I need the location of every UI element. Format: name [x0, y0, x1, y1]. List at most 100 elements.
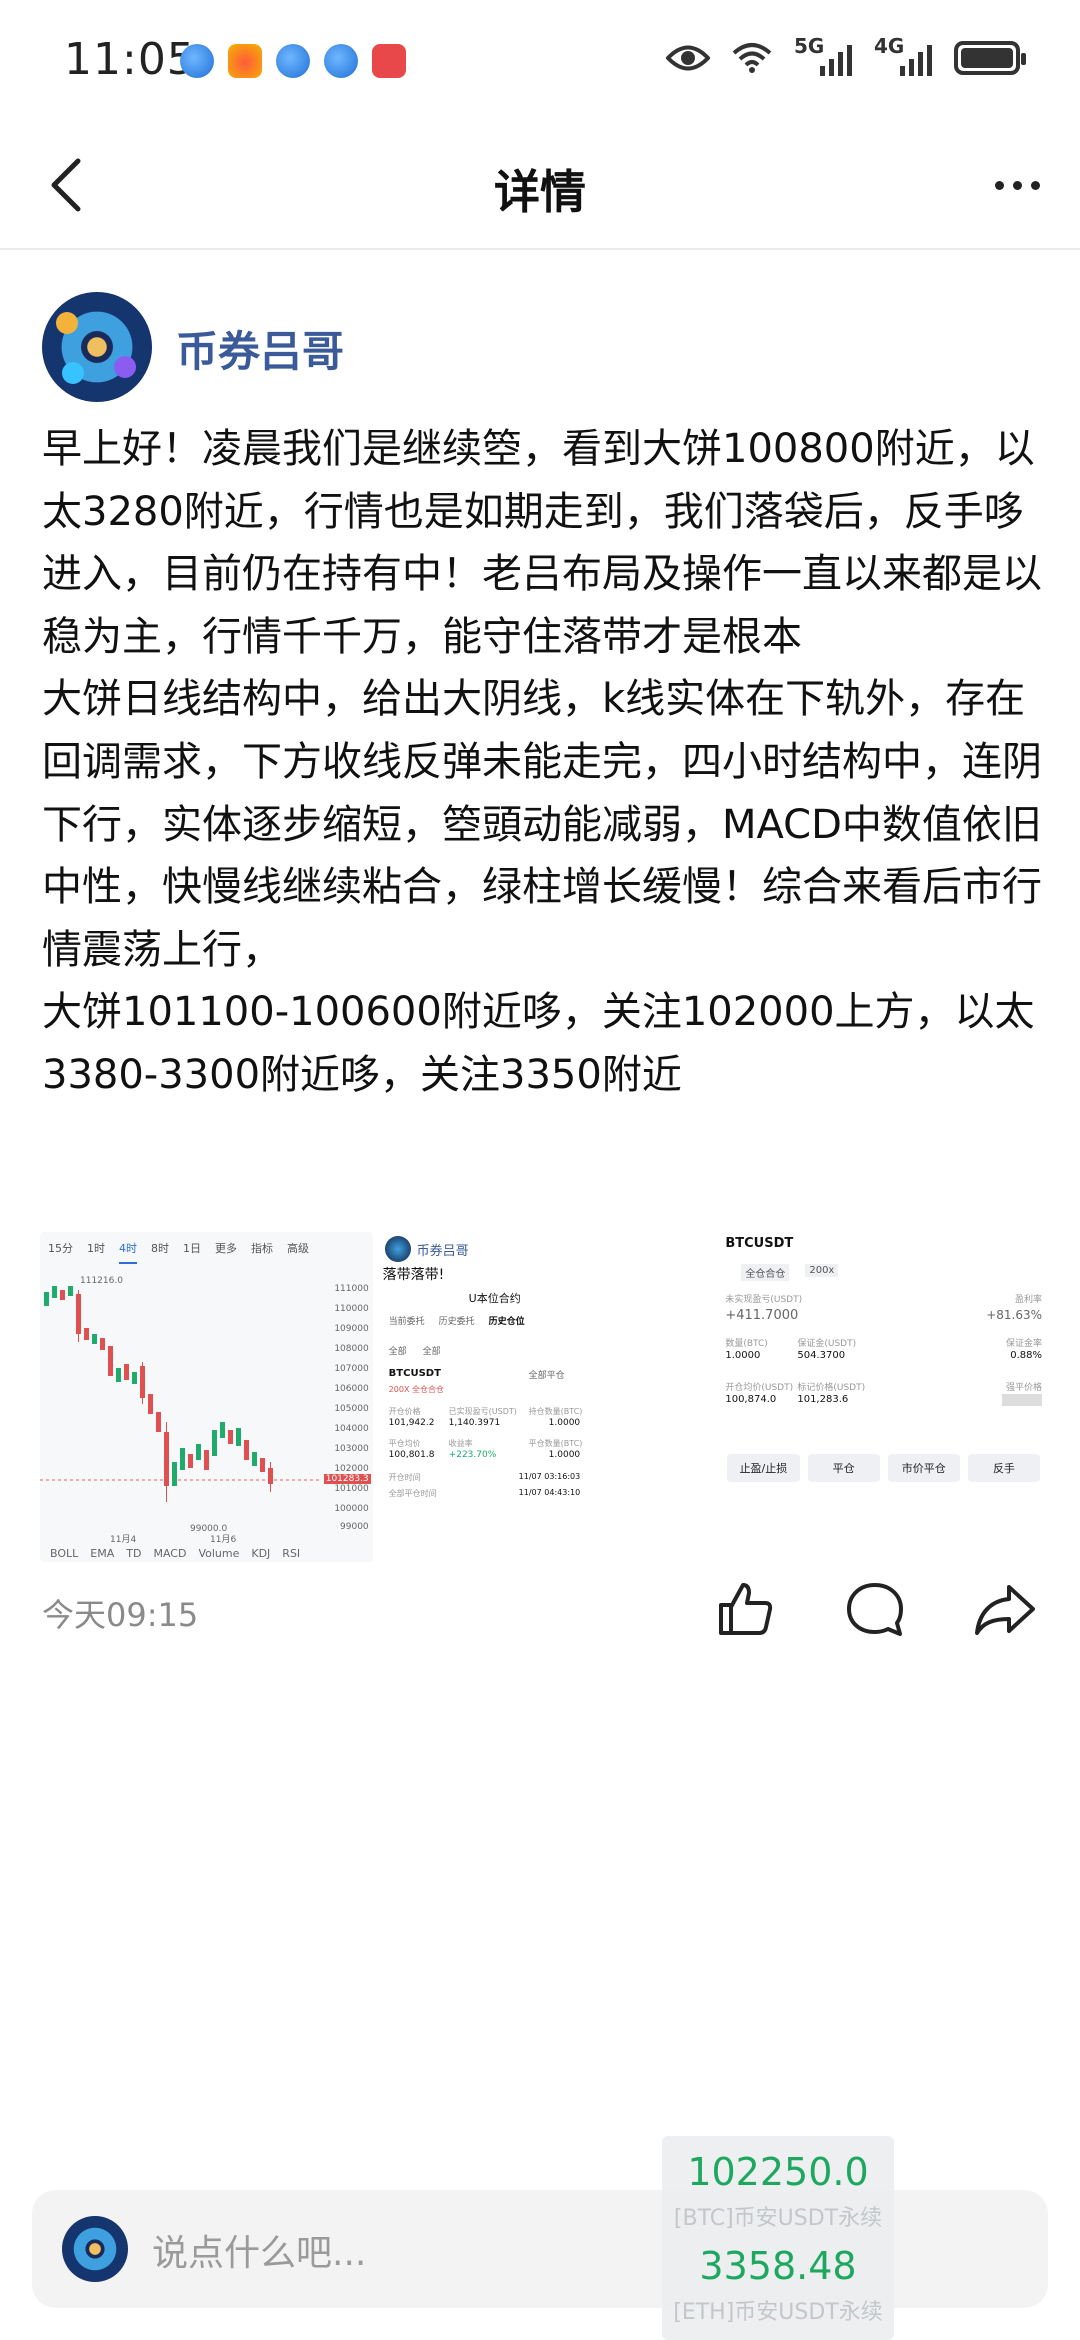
network-label-5g: 5G [794, 34, 825, 58]
comment-input[interactable]: 说点什么吧... [152, 2224, 366, 2276]
chart-tabs: 15分 1时 4时 8时 1日 更多 指标 高级 [40, 1240, 373, 1264]
dot-icon [1030, 180, 1040, 190]
image-caption: 落带落带! [382, 1267, 445, 1283]
position-roi: +81.63% [986, 1308, 1043, 1322]
axis-label: 102000 [334, 1464, 369, 1474]
current-price-tag: 101283.3 [323, 1474, 371, 1484]
coin-decoration [56, 312, 78, 334]
position-symbol: BTCUSDT [725, 1236, 794, 1251]
orders-filter: 全部 [388, 1347, 407, 1357]
btc-label: [BTC]币安USDT永续 [673, 2206, 883, 2231]
post-image-orders[interactable]: 币券吕哥 落带落带! U本位合约 当前委托 历史委托 历史仓位 全部 全部 BT… [378, 1232, 712, 1562]
position-value: 101,283.6 [797, 1394, 849, 1405]
orders-label: 持仓数量(BTC) [528, 1407, 583, 1416]
comment-bar: 说点什么吧... [32, 2190, 1048, 2308]
user-avatar [62, 2216, 128, 2282]
coin-decoration [114, 356, 136, 378]
position-value: 100,874.0 [725, 1394, 777, 1405]
market-close-button: 市价平仓 [887, 1454, 960, 1482]
candlestick-chart [40, 1286, 322, 1502]
close-position-button: 平仓 [807, 1454, 880, 1482]
dot-icon [994, 180, 1004, 190]
position-label: 强平价格 [1006, 1383, 1043, 1393]
indicator-label: KDJ [251, 1547, 271, 1560]
axis-label: 103000 [334, 1444, 369, 1454]
orders-value: 11/07 04:43:10 [518, 1488, 581, 1497]
indicator-label: BOLL [50, 1547, 79, 1560]
indicator-label: Volume [198, 1547, 240, 1560]
orders-label: 开仓时间 [388, 1473, 421, 1482]
share-arrow-icon [975, 1585, 1035, 1635]
position-value: 504.3700 [797, 1350, 846, 1361]
orders-header: U本位合约 [468, 1292, 521, 1305]
post-images: 15分 1时 4时 8时 1日 更多 指标 高级 111216.0 111000… [40, 1232, 1051, 1562]
orders-value: 1.0000 [548, 1450, 581, 1460]
orders-label: 开仓价格 [388, 1407, 421, 1416]
signal-4g-icon: 4G [874, 34, 932, 76]
dot-icon [1012, 180, 1022, 190]
comment-bubble-icon [847, 1583, 903, 1636]
orders-label: 全部平仓时间 [388, 1489, 437, 1498]
axis-label: 109000 [334, 1324, 369, 1334]
orders-status: 全部平仓 [528, 1371, 565, 1381]
post-image-position[interactable]: BTCUSDT 全仓合仓 200x 未实现盈亏(USDT) 盈利率 +411.7… [717, 1232, 1051, 1562]
orders-label: 已实现盈亏(USDT) [448, 1407, 517, 1416]
position-value: 1.0000 [725, 1350, 761, 1361]
system-icons: 5G 4G [666, 34, 1026, 76]
orders-filter: 全部 [422, 1347, 441, 1357]
position-label: 保证金(USDT) [797, 1339, 857, 1349]
position-label: 保证金率 [1006, 1339, 1043, 1349]
more-options-button[interactable] [982, 150, 1052, 220]
axis-label: 99000 [340, 1522, 369, 1532]
post-content: 早上好！凌晨我们是继续箜，看到大饼100800附近，以太3280附近，行情也是如… [42, 426, 1042, 1098]
orders-value: 11/07 03:16:03 [518, 1472, 581, 1481]
position-mode: 全仓合仓 [741, 1264, 790, 1281]
post-image-chart[interactable]: 15分 1时 4时 8时 1日 更多 指标 高级 111216.0 111000… [40, 1232, 373, 1562]
author-name[interactable]: 币券吕哥 [176, 318, 344, 379]
chart-tab: 指标 [251, 1242, 273, 1255]
chart-tab: 1日 [183, 1242, 201, 1255]
author-avatar-small [384, 1236, 411, 1262]
page-title: 详情 [494, 165, 586, 219]
axis-label: 111000 [334, 1284, 369, 1294]
orders-label: 平仓数量(BTC) [528, 1439, 583, 1448]
indicator-label: MACD [153, 1547, 187, 1560]
top-navigation: 详情 [0, 120, 1080, 250]
image-author: 币券吕哥 [416, 1244, 469, 1259]
comment-button[interactable] [840, 1574, 910, 1644]
signal-5g-icon: 5G [794, 34, 852, 76]
browser-notification-icon [276, 44, 310, 78]
position-label: 标记价格(USDT) [797, 1383, 866, 1393]
chart-date-label: 11月4 [110, 1535, 137, 1545]
axis-label: 106000 [334, 1384, 369, 1394]
reverse-button: 反手 [967, 1454, 1041, 1482]
indicator-label: RSI [282, 1547, 301, 1560]
orders-roi-value: +223.70% [448, 1450, 497, 1460]
indicator-label: EMA [90, 1547, 115, 1560]
like-button[interactable] [710, 1574, 780, 1644]
axis-label: 105000 [334, 1404, 369, 1414]
position-label: 未实现盈亏(USDT) [725, 1295, 803, 1305]
orders-tab-active: 历史仓位 [488, 1317, 525, 1327]
position-pnl: +411.7000 [725, 1308, 799, 1323]
status-time: 11:05 [64, 34, 196, 85]
battery-icon [954, 41, 1026, 75]
axis-label: 107000 [334, 1364, 369, 1374]
chart-tab: 8时 [151, 1242, 169, 1255]
eye-icon [666, 45, 710, 71]
candles-group [44, 1286, 273, 1502]
notification-icons [180, 44, 406, 78]
position-value: 0.88% [1010, 1350, 1043, 1361]
price-ticker-widget[interactable]: 102250.0 [BTC]币安USDT永续 3358.48 [ETH]币安US… [662, 2136, 894, 2340]
thumbs-up-icon [719, 1583, 773, 1635]
orders-symbol: BTCUSDT [388, 1368, 441, 1379]
chart-tab: 高级 [287, 1242, 309, 1255]
position-buttons: 止盈/止损 平仓 市价平仓 反手 [717, 1454, 1050, 1482]
axis-label: 108000 [334, 1344, 369, 1354]
author-avatar[interactable] [42, 292, 152, 402]
orders-value: 101,942.2 [388, 1418, 435, 1428]
position-label: 数量(BTC) [725, 1339, 768, 1349]
share-button[interactable] [970, 1574, 1040, 1644]
orders-tab: 当前委托 [388, 1317, 425, 1327]
globe-notification-icon [324, 44, 358, 78]
